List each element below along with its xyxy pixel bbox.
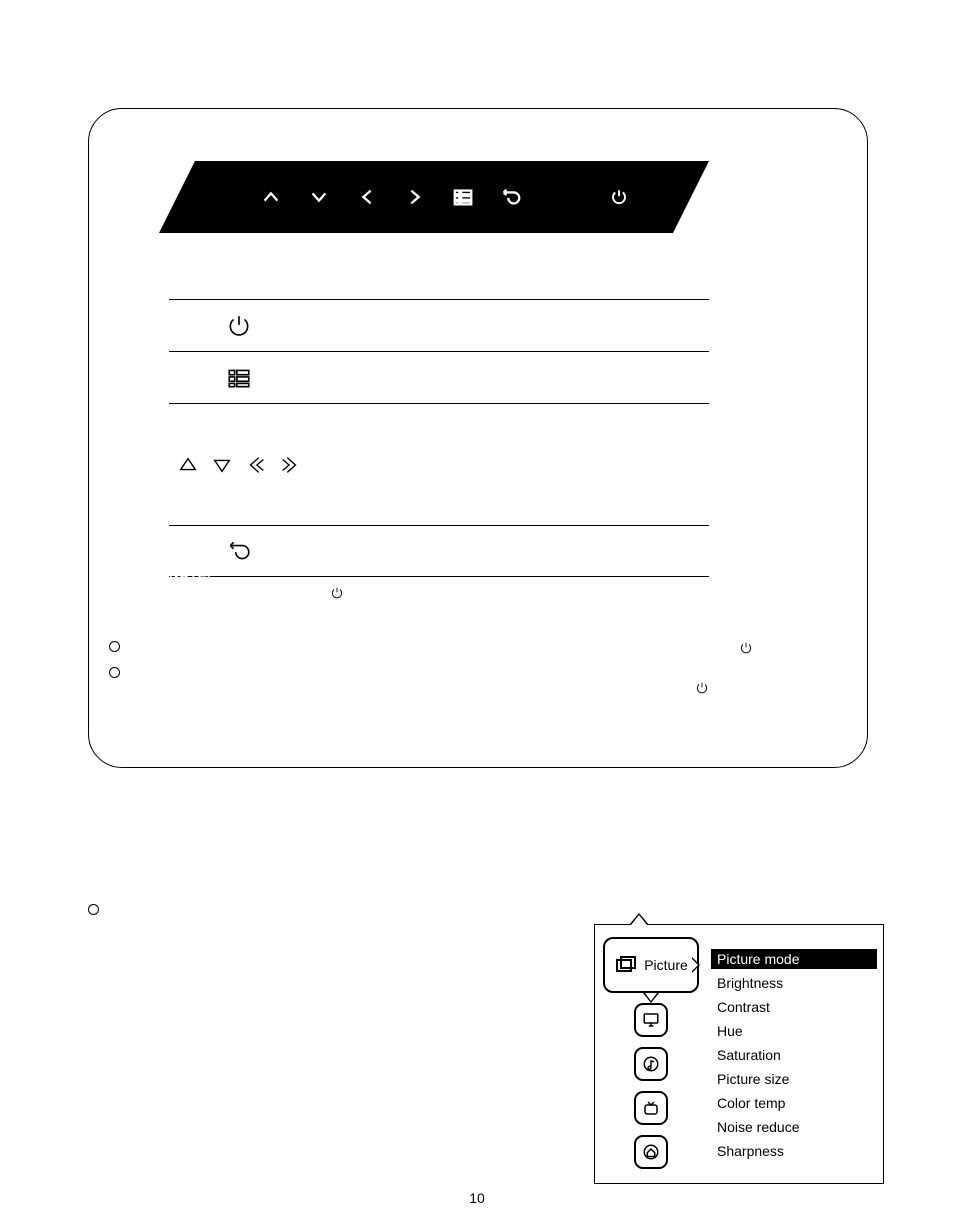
tv-button-bar: [159, 161, 709, 233]
page-number: 10: [469, 1190, 485, 1206]
osd-tab-picture[interactable]: Picture: [603, 937, 699, 993]
power-outline-icon: [169, 313, 309, 339]
osd-tab-sound[interactable]: [634, 1047, 668, 1081]
menu-outline-icon: [169, 365, 309, 391]
note-text: POWER: [348, 584, 399, 599]
bullet-text: You can operate the menus using the butt…: [107, 900, 558, 941]
osd-item-saturation[interactable]: Saturation: [711, 1045, 877, 1065]
list-item: The menu will automatically close after …: [109, 637, 729, 657]
bullet-text: The menu will automatically close after …: [128, 637, 729, 657]
menu-icon: [451, 185, 475, 209]
osd-item-brightness[interactable]: Brightness: [711, 973, 877, 993]
note-text: Press the {icon} key or the: [169, 584, 330, 599]
osd-item-picture-mode[interactable]: Picture mode: [711, 949, 877, 969]
power-inline-icon: [330, 586, 344, 600]
nav-outline-icons: [169, 454, 309, 476]
right-icon: [403, 185, 427, 209]
power-inline-icon: [695, 681, 709, 695]
operating-title: Operating the TV menu: [88, 818, 297, 840]
spec-text: Using when main menu shown, as the arrow…: [309, 465, 709, 501]
osd-tab-home[interactable]: [634, 1135, 668, 1169]
side-power-1: or key.: [723, 639, 853, 655]
note-title: NOTE:: [169, 565, 709, 583]
spec-row-nav: Using when no OSD shown, as the PR+/-, V…: [169, 403, 709, 525]
home-icon: [642, 1143, 660, 1161]
spec-row-menu: Using when no OSD shown, display the mai…: [169, 351, 709, 403]
power-inline-icon: [739, 641, 753, 655]
bullet-dot-icon: [109, 641, 120, 652]
back-icon: [499, 185, 523, 209]
power-icon: [607, 185, 631, 209]
monitor-icon: [642, 1011, 660, 1029]
spec-text: to move around and change settings in th…: [309, 501, 709, 519]
osd-items: Picture mode Brightness Contrast Hue Sat…: [711, 949, 877, 1161]
osd-item-contrast[interactable]: Contrast: [711, 997, 877, 1017]
bullet-dot-icon: [88, 904, 99, 915]
side-power-2: or key in standby: [679, 679, 859, 695]
panel-title: Control Panel Button Function: [159, 123, 434, 145]
spec-text: control to select channel and adjust vol…: [309, 446, 709, 464]
bullet-text: On some models, you may need to press th…: [128, 663, 729, 704]
note-text: standby. If you are not going to use thi…: [169, 601, 709, 619]
chevron-right-icon: [692, 957, 700, 973]
osd-tab-label: Picture: [644, 957, 688, 973]
osd-item-sharpness[interactable]: Sharpness: [711, 1141, 877, 1161]
down-icon: [307, 185, 331, 209]
picture-icon: [614, 953, 638, 977]
spec-text: Using when no OSD shown, display the Sou…: [309, 533, 709, 551]
osd-item-hue[interactable]: Hue: [711, 1021, 877, 1041]
list-item: You can operate the menus using the butt…: [88, 900, 558, 941]
control-panel-figure: Control Panel Button Function Switches t…: [88, 108, 868, 768]
spec-text: Using when main menu shown, to confirm t…: [309, 378, 709, 396]
osd-tab-channel[interactable]: [634, 1091, 668, 1125]
osd-tab-display[interactable]: [634, 1003, 668, 1037]
music-note-icon: [642, 1055, 660, 1073]
osd-tabs: Picture: [603, 937, 699, 1169]
osd-menu: Picture Picture mode Brightness Contrast…: [594, 924, 884, 1184]
lower-bullets: You can operate the menus using the butt…: [88, 900, 558, 947]
basic-title: Basic Operation of the Menus: [88, 862, 314, 880]
list-item: On some models, you may need to press th…: [109, 663, 729, 704]
button-spec-table: Switches the TV between on and standby m…: [169, 299, 709, 577]
bullet-dot-icon: [109, 667, 120, 678]
osd-item-picture-size[interactable]: Picture size: [711, 1069, 877, 1089]
spec-text: Switches the TV between on and standby m…: [309, 316, 709, 334]
note-block: NOTE: Press the {icon} key or the POWER …: [169, 565, 709, 638]
note-text: key on the remote control can only make …: [403, 584, 689, 599]
chevron-down-icon: [643, 993, 659, 1003]
osd-item-noise-reduce[interactable]: Noise reduce: [711, 1117, 877, 1137]
panel-bullets: The menu will automatically close after …: [109, 637, 729, 710]
back-outline-icon: [169, 538, 309, 564]
left-icon: [355, 185, 379, 209]
osd-item-color-temp[interactable]: Color temp: [711, 1093, 877, 1113]
spec-row-power: Switches the TV between on and standby m…: [169, 299, 709, 351]
osd-top-notch-icon: [629, 913, 649, 925]
tv-icon: [642, 1099, 660, 1117]
note-text: unplug from the mains socket.: [169, 620, 709, 638]
spec-text: Using when no OSD shown, as the PR+/-, V…: [309, 410, 709, 446]
up-icon: [259, 185, 283, 209]
spec-text: Using when no OSD shown, display the mai…: [309, 359, 709, 377]
